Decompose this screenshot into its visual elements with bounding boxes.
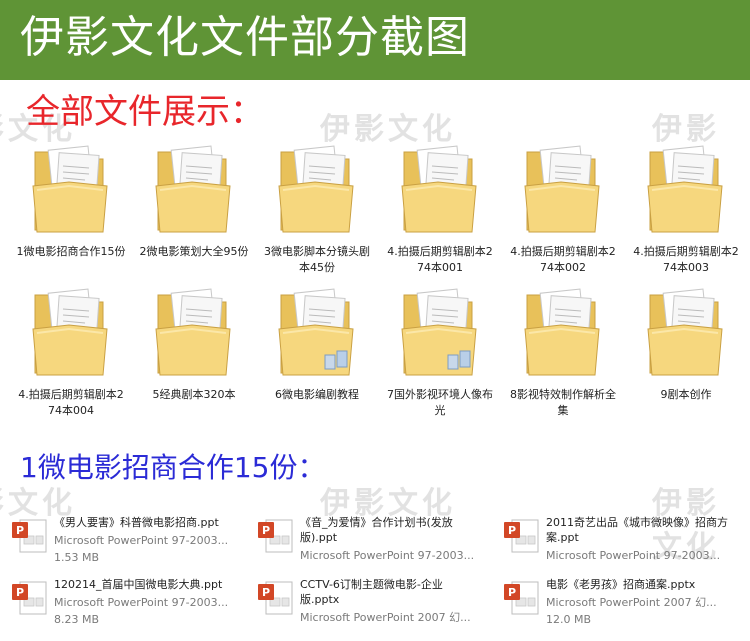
folder-label: 4.拍摄后期剪辑剧本274本004 <box>18 388 124 417</box>
file-item[interactable]: P 《男人要害》科普微电影招商.ppt Microsoft PowerPoint… <box>4 508 244 564</box>
svg-text:P: P <box>508 524 516 537</box>
file-name: 2011奇艺出品《城市微映像》招商方案.ppt <box>546 516 728 544</box>
file-type: Microsoft PowerPoint 97-2003... <box>54 596 229 609</box>
folder-icon <box>258 142 376 242</box>
section-heading-all-files: 全部文件展示： <box>26 92 264 132</box>
folder-item[interactable]: 9剧本创作 <box>627 285 745 403</box>
file-type: Microsoft PowerPoint 97-2003... <box>300 549 475 562</box>
file-type: Microsoft PowerPoint 2007 幻... <box>300 611 471 624</box>
file-item[interactable]: P CCTV-6订制主题微电影-企业版.pptx Microsoft Power… <box>250 570 490 626</box>
folder-label: 5经典剧本320本 <box>152 388 236 401</box>
folder-label: 1微电影招商合作15份 <box>16 245 126 258</box>
folder-icon <box>135 142 253 242</box>
folder-icon <box>627 285 745 385</box>
file-name: 《音_为爱情》合作计划书(发放版).ppt <box>300 516 453 544</box>
section-heading-investment: 1微电影招商合作15份： <box>20 451 326 484</box>
file-size: 12.0 MB <box>546 613 592 626</box>
folder-item[interactable]: 2微电影策划大全95份 <box>135 142 253 260</box>
file-type: Microsoft PowerPoint 2007 幻... <box>546 596 717 609</box>
folder-icon <box>504 285 622 385</box>
folder-icon <box>135 285 253 385</box>
folder-item[interactable]: 4.拍摄后期剪辑剧本274本003 <box>627 142 745 276</box>
folder-item[interactable]: 7国外影视环境人像布光 <box>381 285 499 419</box>
folder-icon <box>12 285 130 385</box>
file-item[interactable]: P 120214_首届中国微电影大典.ppt Microsoft PowerPo… <box>4 570 244 626</box>
powerpoint-icon: P <box>256 578 296 622</box>
file-list: P 《男人要害》科普微电影招商.ppt Microsoft PowerPoint… <box>0 508 750 641</box>
folder-icon <box>504 142 622 242</box>
file-name: 《男人要害》科普微电影招商.ppt <box>54 516 219 529</box>
folder-icon <box>381 142 499 242</box>
folder-icon <box>12 142 130 242</box>
folder-label: 3微电影脚本分镜头剧本45份 <box>264 245 370 274</box>
folder-grid: 1微电影招商合作15份 2微电影策划大全95份 3微电影脚本分镜头剧本45份 4… <box>12 142 742 432</box>
folder-item[interactable]: 4.拍摄后期剪辑剧本274本001 <box>381 142 499 276</box>
banner-title: 伊影文化文件部分截图 <box>20 12 470 63</box>
file-size: 1.53 MB <box>54 551 100 564</box>
powerpoint-icon: P <box>502 578 542 622</box>
folder-item[interactable]: 3微电影脚本分镜头剧本45份 <box>258 142 376 276</box>
file-name: 120214_首届中国微电影大典.ppt <box>54 578 223 591</box>
svg-text:P: P <box>262 586 270 599</box>
file-size: 8.23 MB <box>54 613 100 626</box>
folder-item[interactable]: 8影视特效制作解析全集 <box>504 285 622 419</box>
svg-text:P: P <box>16 524 24 537</box>
powerpoint-icon: P <box>502 516 542 560</box>
folder-label: 8影视特效制作解析全集 <box>510 388 616 417</box>
file-item[interactable]: P 2011奇艺出品《城市微映像》招商方案.ppt Microsoft Powe… <box>496 508 736 564</box>
svg-text:P: P <box>262 524 270 537</box>
file-item[interactable]: P 《音_为爱情》合作计划书(发放版).ppt Microsoft PowerP… <box>250 508 490 564</box>
powerpoint-icon: P <box>10 578 50 622</box>
svg-text:P: P <box>508 586 516 599</box>
folder-item[interactable]: 5经典剧本320本 <box>135 285 253 403</box>
folder-item[interactable]: 1微电影招商合作15份 <box>12 142 130 260</box>
svg-text:P: P <box>16 586 24 599</box>
folder-label: 4.拍摄后期剪辑剧本274本003 <box>633 245 739 274</box>
powerpoint-icon: P <box>256 516 296 560</box>
powerpoint-icon: P <box>10 516 50 560</box>
folder-icon <box>627 142 745 242</box>
folder-item[interactable]: 4.拍摄后期剪辑剧本274本004 <box>12 285 130 419</box>
folder-label: 2微电影策划大全95份 <box>139 245 249 258</box>
file-type: Microsoft PowerPoint 97-2003... <box>546 549 721 562</box>
file-item[interactable]: P 电影《老男孩》招商通案.pptx Microsoft PowerPoint … <box>496 570 736 626</box>
folder-label: 9剧本创作 <box>660 388 712 401</box>
folder-label: 7国外影视环境人像布光 <box>387 388 493 417</box>
folder-item[interactable]: 6微电影编剧教程 <box>258 285 376 403</box>
folder-item[interactable]: 4.拍摄后期剪辑剧本274本002 <box>504 142 622 276</box>
file-type: Microsoft PowerPoint 97-2003... <box>54 534 229 547</box>
file-name: 电影《老男孩》招商通案.pptx <box>546 578 696 591</box>
folder-label: 6微电影编剧教程 <box>275 388 359 401</box>
file-name: CCTV-6订制主题微电影-企业版.pptx <box>300 578 443 606</box>
title-banner: 伊影文化文件部分截图 <box>0 0 750 80</box>
folder-icon <box>381 285 499 385</box>
folder-label: 4.拍摄后期剪辑剧本274本002 <box>510 245 616 274</box>
folder-icon <box>258 285 376 385</box>
folder-label: 4.拍摄后期剪辑剧本274本001 <box>387 245 493 274</box>
